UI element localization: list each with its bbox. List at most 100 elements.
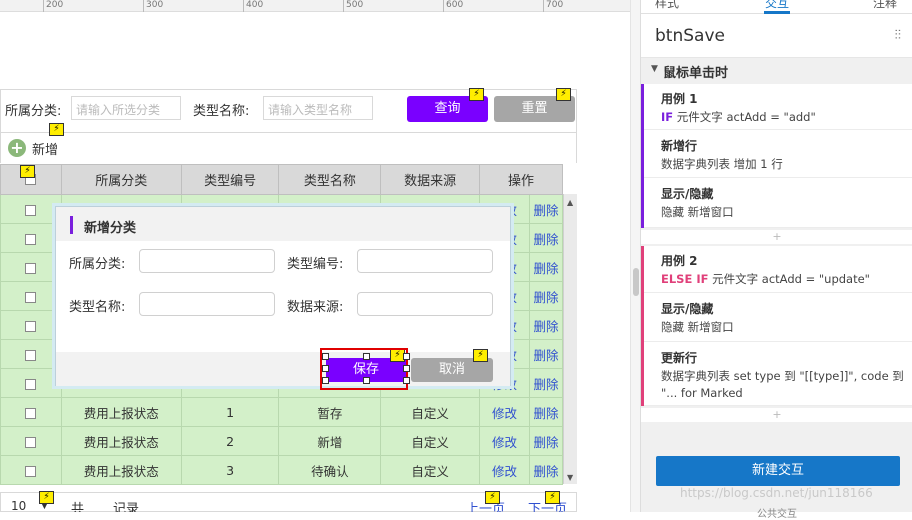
event-row[interactable]: ▼ 鼠标单击时	[641, 59, 912, 83]
category-input[interactable]: 请输入所选分类	[71, 96, 181, 120]
row-checkbox[interactable]	[25, 436, 37, 448]
delete-link[interactable]: 删除	[533, 406, 558, 421]
table-row: 费用上报状态 1 暂存 自定义 修改 删除	[0, 397, 564, 427]
action-detail: 隐藏 新增窗口	[661, 205, 734, 219]
design-canvas[interactable]: 200 300 400 500 600 700 所属分类: 请输入所选分类 类型…	[0, 0, 630, 512]
interaction-lightning-icon[interactable]: ⚡	[556, 88, 571, 101]
ruler-tick: 200	[43, 0, 63, 12]
action-update-row[interactable]: 更新行 数据字典列表 set type 到 "[[type]]", code 到…	[644, 343, 912, 406]
ruler-tick: 700	[543, 0, 563, 12]
action-title: 更新行	[661, 351, 698, 365]
ruler-tick: 600	[443, 0, 463, 12]
scroll-down-icon[interactable]: ▼	[567, 473, 573, 482]
row-checkbox[interactable]	[25, 204, 37, 216]
scroll-up-icon[interactable]: ▲	[567, 198, 573, 207]
action-title: 显示/隐藏	[661, 187, 714, 201]
cell-type-name: 待确认	[278, 455, 382, 485]
cell-type-name: 新增	[278, 426, 382, 456]
plus-circle-icon[interactable]: +	[8, 139, 26, 157]
action-add-row[interactable]: 新增行 数据字典列表 增加 1 行	[644, 131, 912, 178]
tab-interaction[interactable]: 交互	[765, 0, 789, 11]
collapse-arrow-icon[interactable]: ▼	[651, 64, 658, 74]
delete-link[interactable]: 删除	[533, 319, 558, 334]
event-name: 鼠标单击时	[663, 66, 729, 81]
type-code-field[interactable]	[357, 249, 493, 273]
resize-handle[interactable]	[403, 365, 410, 372]
inspector-panel: 样式 交互 注释 btnSave ⫶⫶ ▼ 鼠标单击时 用例 1 IF 元件文字…	[640, 0, 912, 520]
interaction-lightning-icon[interactable]: ⚡	[485, 491, 500, 504]
resize-handle[interactable]	[403, 353, 410, 360]
edit-link[interactable]: 修改	[492, 435, 517, 450]
row-checkbox[interactable]	[25, 378, 37, 390]
column-header: 操作	[479, 164, 563, 195]
action-title: 显示/隐藏	[661, 302, 714, 316]
row-checkbox[interactable]	[25, 465, 37, 477]
interaction-lightning-icon[interactable]: ⚡	[473, 349, 488, 362]
delete-link[interactable]: 删除	[533, 290, 558, 305]
page-size-select[interactable]: 10	[11, 499, 26, 512]
ruler-tick: 400	[243, 0, 263, 12]
category-field[interactable]	[139, 249, 275, 273]
resize-handle[interactable]	[403, 377, 410, 384]
row-checkbox[interactable]	[25, 320, 37, 332]
dialog-header: 新增分类	[56, 207, 510, 241]
row-checkbox[interactable]	[25, 291, 37, 303]
tab-style[interactable]: 样式	[655, 0, 679, 11]
resize-handle[interactable]	[322, 377, 329, 384]
shared-interaction-label: 公共交互	[757, 509, 797, 520]
horizontal-ruler: 200 300 400 500 600 700	[0, 0, 630, 12]
resize-handle[interactable]	[322, 365, 329, 372]
interaction-lightning-icon[interactable]: ⚡	[469, 88, 484, 101]
new-interaction-button[interactable]: 新建交互	[656, 456, 900, 486]
type-name-label: 类型名称:	[193, 104, 250, 119]
filter-bar: 所属分类: 请输入所选分类 类型名称: 请输入类型名称 查询 重置	[0, 89, 577, 133]
dialog-title: 新增分类	[84, 221, 137, 236]
delete-link[interactable]: 删除	[533, 232, 558, 247]
action-detail-continued: "... for Marked	[661, 386, 743, 400]
row-checkbox[interactable]	[25, 233, 37, 245]
interaction-lightning-icon[interactable]: ⚡	[49, 123, 64, 136]
interaction-lightning-icon[interactable]: ⚡	[545, 491, 560, 504]
delete-link[interactable]: 删除	[533, 348, 558, 363]
action-title: 新增行	[661, 139, 698, 153]
table-scrollbar[interactable]: ▲ ▼	[563, 194, 577, 484]
type-name-field[interactable]	[139, 292, 275, 316]
edit-link[interactable]: 修改	[492, 406, 517, 421]
delete-link[interactable]: 删除	[533, 261, 558, 276]
action-detail: 隐藏 新增窗口	[661, 320, 734, 334]
data-source-field[interactable]	[357, 292, 493, 316]
case-condition: ELSE IF 元件文字 actAdd = "update"	[661, 272, 870, 286]
action-show-hide[interactable]: 显示/隐藏 隐藏 新增窗口	[644, 294, 912, 342]
add-button[interactable]: 新增	[32, 139, 58, 158]
tab-notes[interactable]: 注释	[873, 0, 897, 11]
column-header: 类型编号	[180, 164, 280, 195]
interaction-lightning-icon[interactable]: ⚡	[20, 165, 35, 178]
field-type-code-label: 类型编号:	[287, 257, 344, 272]
delete-link[interactable]: 删除	[533, 377, 558, 392]
settings-sliders-icon[interactable]: ⫶⫶	[895, 28, 902, 43]
delete-link[interactable]: 删除	[533, 203, 558, 218]
category-label: 所属分类:	[5, 104, 62, 119]
column-header: 类型名称	[278, 164, 382, 195]
canvas-vertical-scrollbar[interactable]	[630, 0, 640, 512]
resize-handle[interactable]	[363, 353, 370, 360]
scrollbar-thumb[interactable]	[633, 268, 639, 296]
interaction-lightning-icon[interactable]: ⚡	[39, 491, 54, 504]
delete-link[interactable]: 删除	[533, 464, 558, 479]
widget-name[interactable]: btnSave	[655, 26, 725, 46]
row-checkbox[interactable]	[25, 407, 37, 419]
add-action-plus-icon[interactable]: +	[641, 230, 912, 244]
cell-category: 费用上报状态	[60, 397, 182, 427]
row-checkbox[interactable]	[25, 349, 37, 361]
add-action-plus-icon[interactable]: +	[641, 408, 912, 422]
case-2-condition[interactable]: 用例 2 ELSE IF 元件文字 actAdd = "update"	[644, 246, 912, 293]
edit-link[interactable]: 修改	[492, 464, 517, 479]
table-header-row: 所属分类 类型编号 类型名称 数据来源 操作	[0, 164, 563, 195]
action-show-hide[interactable]: 显示/隐藏 隐藏 新增窗口	[644, 179, 912, 228]
resize-handle[interactable]	[322, 353, 329, 360]
case-1-condition[interactable]: 用例 1 IF 元件文字 actAdd = "add"	[644, 84, 912, 130]
resize-handle[interactable]	[363, 377, 370, 384]
delete-link[interactable]: 删除	[533, 435, 558, 450]
type-name-input[interactable]: 请输入类型名称	[263, 96, 373, 120]
row-checkbox[interactable]	[25, 262, 37, 274]
